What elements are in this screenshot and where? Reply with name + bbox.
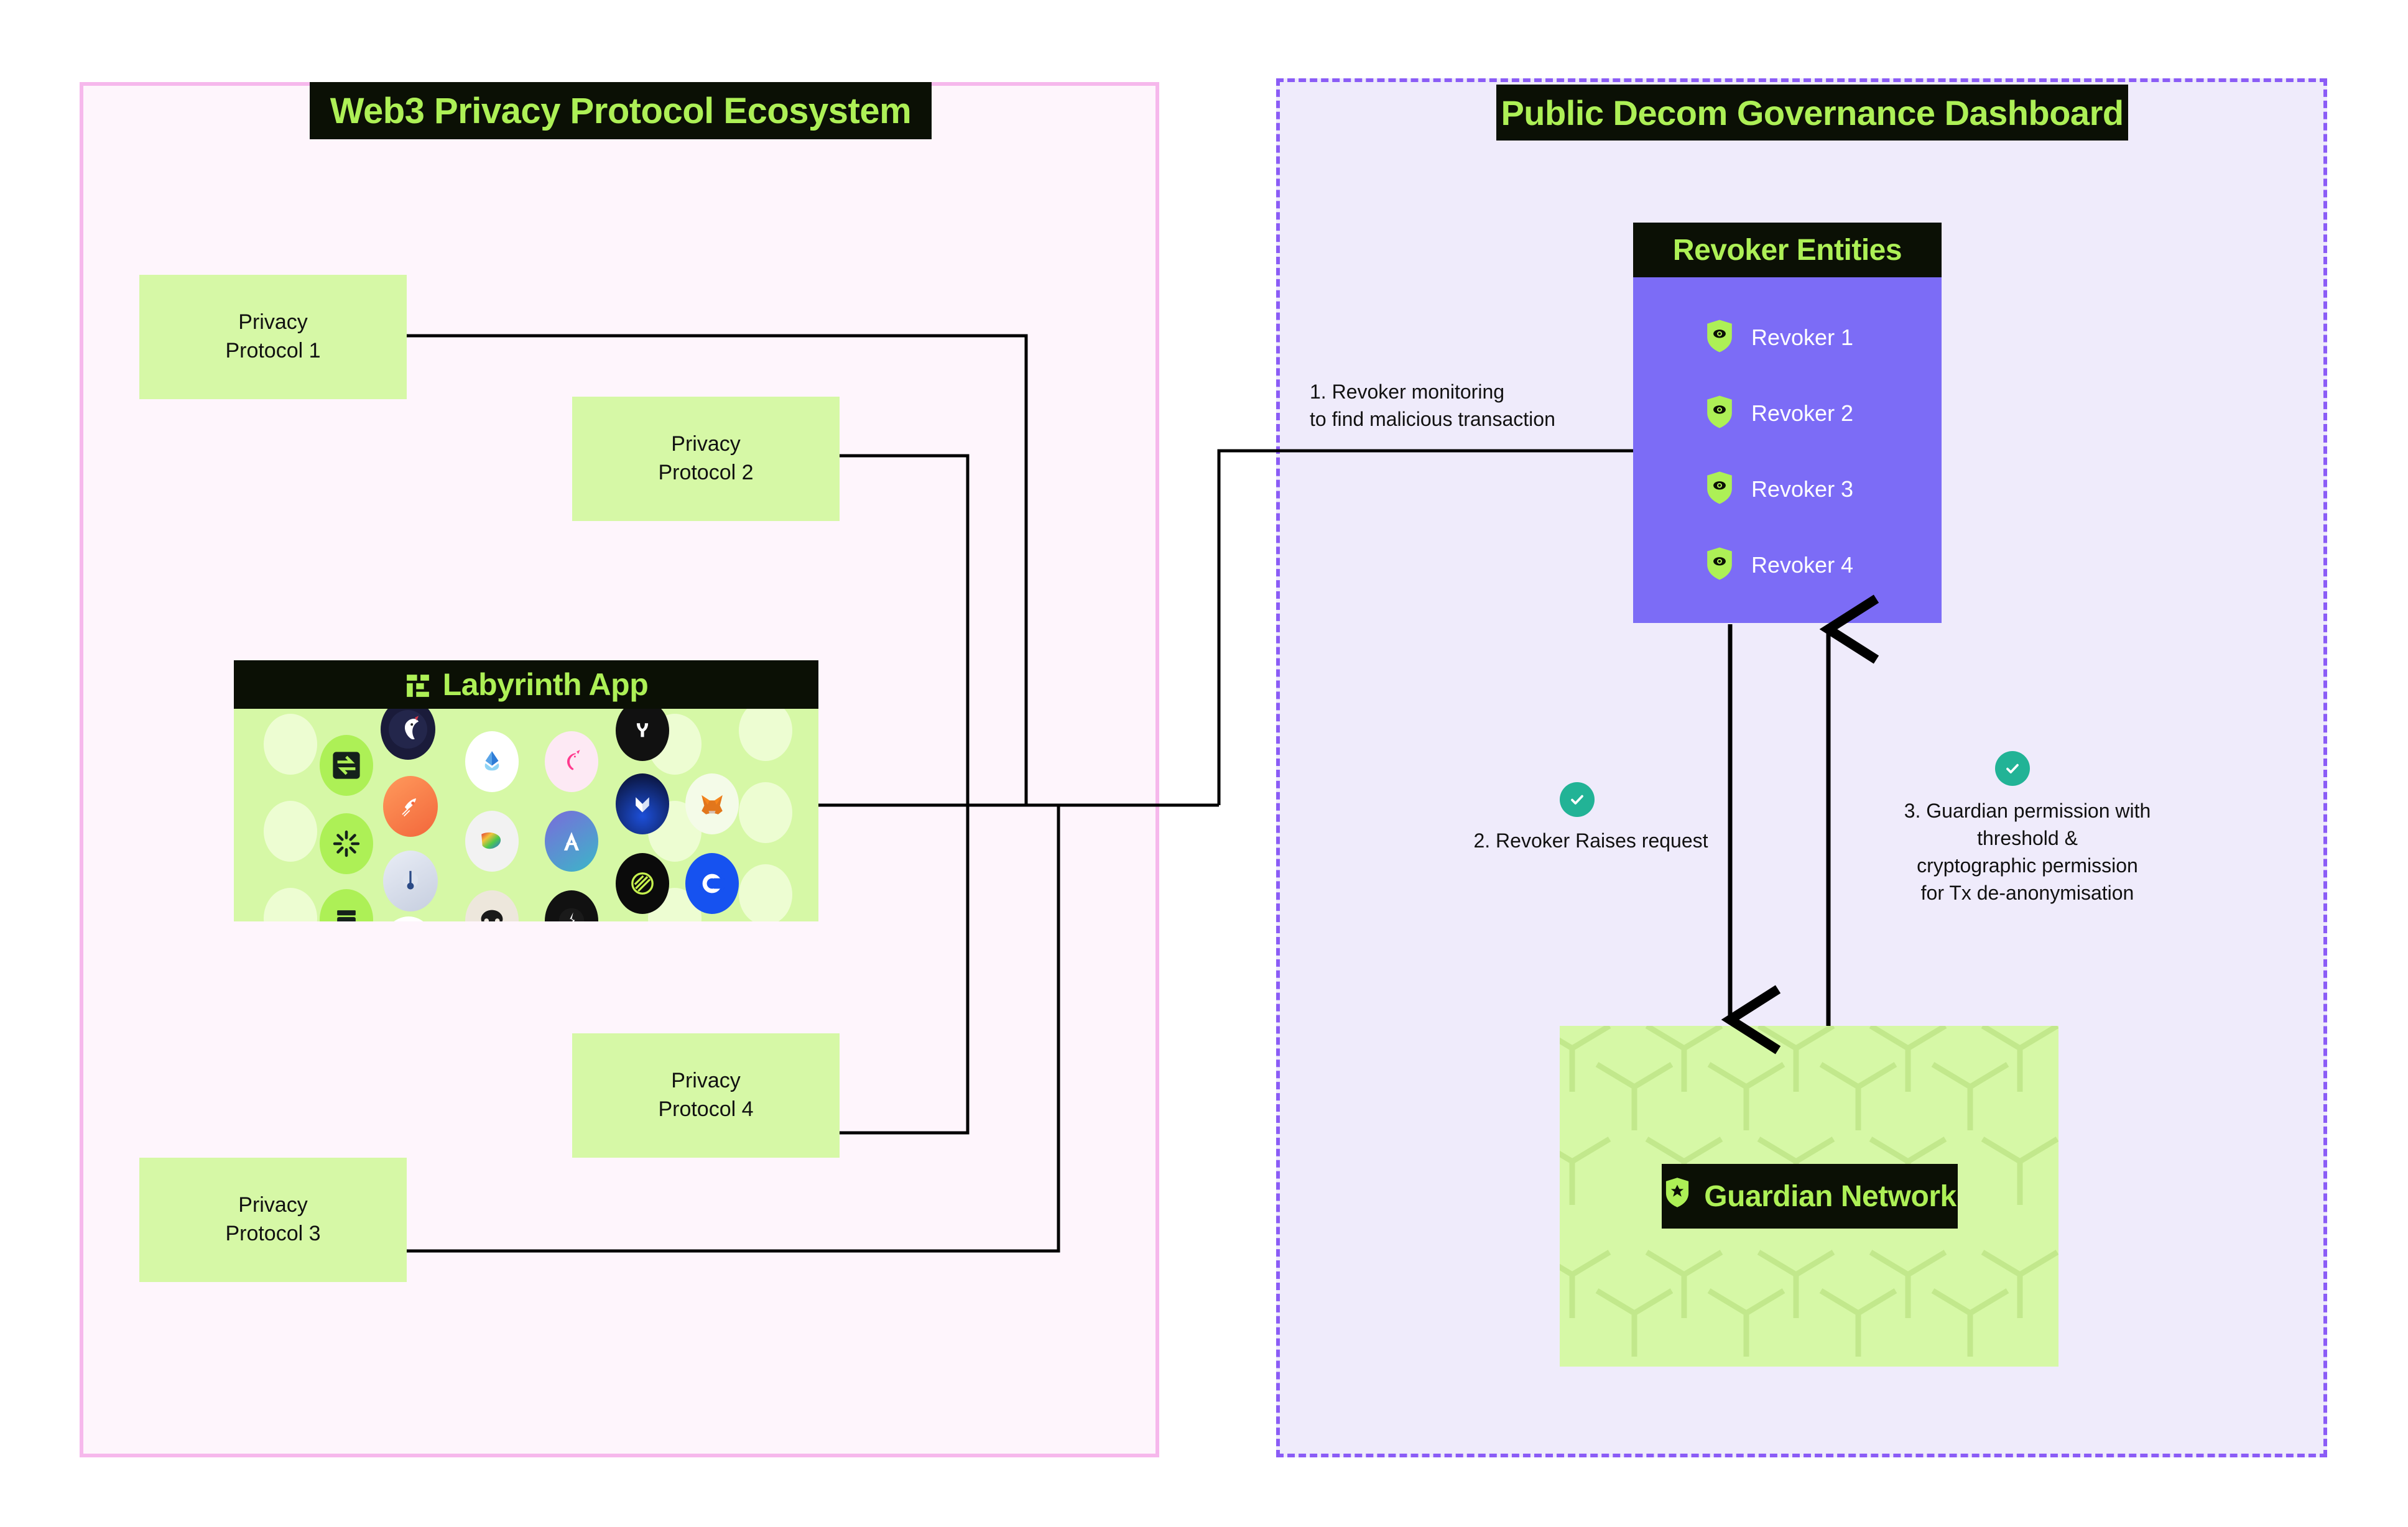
privacy-protocol-2-label: Privacy Protocol 2 bbox=[658, 432, 754, 484]
revoker-label: Revoker 3 bbox=[1751, 476, 1854, 502]
revoker-label: Revoker 4 bbox=[1751, 552, 1854, 578]
rocket-pool-icon[interactable] bbox=[383, 776, 438, 837]
decorative-bubble bbox=[264, 801, 317, 862]
shield-eye-icon bbox=[1704, 318, 1735, 357]
compass-dial-icon[interactable] bbox=[383, 851, 438, 911]
step-2-annotation: 2. Revoker Raises request bbox=[1435, 827, 1746, 854]
left-panel-title: Web3 Privacy Protocol Ecosystem bbox=[310, 82, 932, 139]
step-3-line-1: 3. Guardian permission with bbox=[1904, 800, 2151, 822]
metamask-fox-icon[interactable] bbox=[685, 773, 739, 834]
labyrinth-app-icon-grid bbox=[234, 709, 818, 921]
revoker-label: Revoker 1 bbox=[1751, 325, 1854, 350]
aave-icon[interactable] bbox=[545, 811, 598, 872]
shield-star-icon bbox=[1663, 1176, 1692, 1216]
revoker-list-item-2[interactable]: Revoker 2 bbox=[1633, 376, 1942, 451]
ethena-icon[interactable] bbox=[616, 853, 669, 914]
labyrinth-app-title: Labyrinth App bbox=[442, 667, 649, 702]
privacy-protocol-2-box[interactable]: Privacy Protocol 2 bbox=[572, 397, 840, 521]
infinex-icon[interactable] bbox=[616, 773, 669, 834]
step-1-line-2: to find malicious transaction bbox=[1310, 408, 1555, 431]
step-3-line-4: for Tx de-anonymisation bbox=[1920, 882, 2134, 905]
shield-eye-icon bbox=[1704, 470, 1735, 509]
yearn-owl-icon[interactable] bbox=[465, 890, 519, 921]
labyrinth-app-card[interactable]: Labyrinth App bbox=[234, 660, 818, 921]
step-1-line-1: 1. Revoker monitoring bbox=[1310, 381, 1505, 403]
revoker-label: Revoker 2 bbox=[1751, 400, 1854, 426]
step-1-annotation: 1. Revoker monitoring to find malicious … bbox=[1310, 378, 1633, 433]
step-3-line-3: cryptographic permission bbox=[1917, 854, 2138, 877]
guardian-network-banner: Guardian Network bbox=[1662, 1164, 1958, 1229]
decorative-bubble bbox=[739, 709, 792, 761]
revoker-entities-list: Revoker 1 Revoker 2 Revoker 3 Revoker 4 bbox=[1633, 277, 1942, 623]
guardian-network-box: Guardian Network bbox=[1560, 1026, 2058, 1367]
step-3-annotation: 3. Guardian permission with threshold & … bbox=[1872, 797, 2183, 907]
balancer-icon[interactable] bbox=[465, 811, 519, 872]
uniswap-unicorn-icon[interactable] bbox=[545, 731, 598, 792]
oneinch-unicorn-icon[interactable] bbox=[381, 709, 435, 760]
diagram-canvas: Web3 Privacy Protocol Ecosystem Privacy … bbox=[0, 0, 2408, 1527]
labyrinth-app-header: Labyrinth App bbox=[234, 660, 818, 709]
decorative-bubble bbox=[739, 782, 792, 843]
coinbase-icon[interactable] bbox=[685, 853, 739, 914]
labyrinth-logo-icon bbox=[404, 671, 432, 698]
lido-droplet-icon[interactable] bbox=[465, 731, 519, 792]
guardian-network-title: Guardian Network bbox=[1704, 1179, 1956, 1213]
privacy-protocol-3-label: Privacy Protocol 3 bbox=[225, 1193, 321, 1245]
privacy-protocol-1-box[interactable]: Privacy Protocol 1 bbox=[139, 275, 407, 399]
shield-eye-icon bbox=[1704, 546, 1735, 584]
privacy-protocol-3-box[interactable]: Privacy Protocol 3 bbox=[139, 1158, 407, 1282]
spiral-icon[interactable] bbox=[382, 916, 435, 921]
shield-eye-icon bbox=[1704, 394, 1735, 433]
lombard-icon[interactable] bbox=[545, 890, 598, 921]
revoker-list-item-3[interactable]: Revoker 3 bbox=[1633, 451, 1942, 527]
decorative-bubble bbox=[264, 888, 317, 921]
step-2-line-1: 2. Revoker Raises request bbox=[1473, 829, 1708, 852]
decorative-bubble bbox=[739, 864, 792, 921]
decorative-bubble bbox=[264, 714, 317, 775]
right-panel-title: Public Decom Governance Dashboard bbox=[1496, 85, 2128, 141]
revoker-entities-card: Revoker Entities Revoker 1 Revoker 2 Rev… bbox=[1633, 223, 1942, 623]
sun-burst-icon[interactable] bbox=[320, 813, 373, 874]
swap-arrows-icon[interactable] bbox=[320, 735, 373, 796]
step-3-line-2: threshold & bbox=[1977, 827, 2078, 850]
revoker-list-item-4[interactable]: Revoker 4 bbox=[1633, 527, 1942, 603]
privacy-protocol-4-box[interactable]: Privacy Protocol 4 bbox=[572, 1033, 840, 1158]
wallet-icon[interactable] bbox=[320, 889, 373, 921]
revoker-entities-header: Revoker Entities bbox=[1633, 223, 1942, 277]
privacy-protocol-1-label: Privacy Protocol 1 bbox=[225, 310, 321, 362]
check-circle-icon bbox=[1995, 751, 2030, 786]
revoker-list-item-1[interactable]: Revoker 1 bbox=[1633, 300, 1942, 376]
privacy-protocol-4-label: Privacy Protocol 4 bbox=[658, 1069, 754, 1121]
check-circle-icon bbox=[1560, 782, 1595, 817]
